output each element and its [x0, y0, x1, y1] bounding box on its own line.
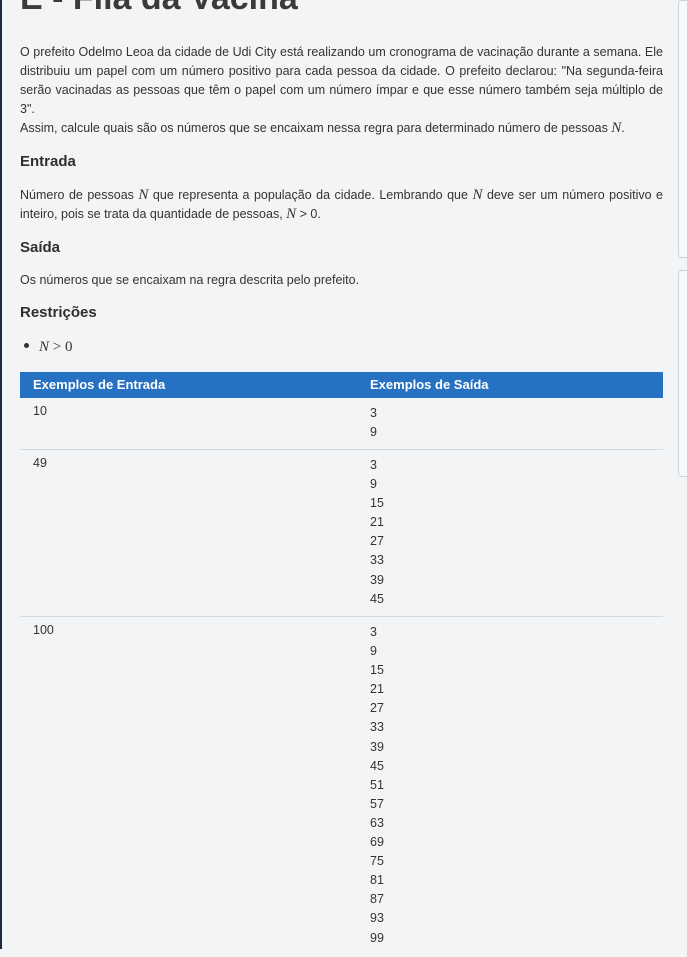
example-input: 49	[33, 456, 47, 470]
statement-paragraph-1: O prefeito Odelmo Leoa da cidade de Udi …	[20, 45, 663, 116]
output-line: 9	[370, 425, 377, 440]
table-row: 49 3 9 15 21 27 33 39 45	[20, 450, 663, 617]
output-line: 21	[370, 682, 384, 697]
side-panel-edge-top[interactable]	[678, 0, 687, 258]
input-heading: Entrada	[20, 153, 76, 170]
output-line: 69	[370, 835, 384, 850]
header-output: Exemplos de Saída	[370, 377, 489, 392]
output-heading: Saída	[20, 239, 61, 256]
input-text-a: Número de pessoas	[20, 188, 139, 202]
table-row: 100 3 9 15 21 27 33 39 45 51 57 63 69 75 81 87 93 99	[20, 617, 663, 957]
examples-table-header: Exemplos de Entrada Exemplos de Saída	[20, 372, 663, 398]
math-var-n: N	[611, 120, 622, 136]
example-input: 100	[33, 623, 54, 637]
output-line: 9	[370, 477, 377, 492]
output-line: 57	[370, 796, 384, 811]
output-line: 3	[370, 406, 377, 420]
statement-paragraph-2-suffix: .	[621, 121, 625, 135]
problem-statement: O prefeito Odelmo Leoa da cidade de Udi …	[20, 43, 663, 138]
window-left-border	[0, 0, 2, 949]
output-description: Os números que se encaixam na regra desc…	[20, 273, 360, 287]
header-input: Exemplos de Entrada	[33, 377, 166, 392]
statement-paragraph-2-prefix: Assim, calcule quais são os números que …	[20, 121, 612, 135]
output-line: 39	[370, 572, 384, 587]
math-var-n: N	[39, 339, 50, 355]
bullet-icon	[24, 342, 29, 348]
output-line: 93	[370, 911, 384, 926]
output-line: 45	[370, 591, 384, 606]
output-line: 15	[370, 496, 384, 511]
example-input: 10	[33, 404, 47, 418]
output-line: 3	[370, 625, 377, 639]
output-line: 87	[370, 892, 384, 907]
output-line: 45	[370, 758, 384, 773]
output-line: 33	[370, 553, 384, 568]
output-line: 75	[370, 854, 384, 869]
example-output: 39	[370, 404, 377, 442]
math-var-n: N	[472, 187, 483, 203]
output-line: 27	[370, 701, 384, 716]
math-var-n: N	[286, 206, 297, 222]
output-line: 39	[370, 739, 384, 754]
input-text-b: que representa a população da cidade. Le…	[148, 188, 473, 202]
output-line: 81	[370, 873, 384, 888]
table-row: 10 39	[20, 398, 663, 450]
output-line: 27	[370, 534, 384, 549]
math-var-n: N	[138, 187, 149, 203]
restriction-condition: > 0	[49, 339, 73, 355]
output-line: 99	[370, 930, 384, 945]
output-line: 51	[370, 777, 384, 792]
output-line: 21	[370, 515, 384, 530]
restrictions-heading: Restrições	[20, 304, 97, 321]
problem-title: E - Fila da Vacina	[20, 0, 298, 18]
side-panel-edge-bottom[interactable]	[678, 270, 687, 477]
input-description: Número de pessoas N que representa a pop…	[20, 186, 663, 224]
restriction-item: N > 0	[24, 338, 72, 356]
output-line: 15	[370, 663, 384, 678]
output-line: 3	[370, 458, 377, 472]
output-line: 63	[370, 815, 384, 830]
example-output: 3 9 15 21 27 33 39 45 51 57 63 69 75 81 87 93 99	[370, 623, 384, 948]
example-output: 3 9 15 21 27 33 39 45	[370, 456, 384, 609]
output-line: 33	[370, 720, 384, 735]
input-text-d: > 0.	[296, 207, 321, 221]
output-line: 9	[370, 644, 377, 659]
